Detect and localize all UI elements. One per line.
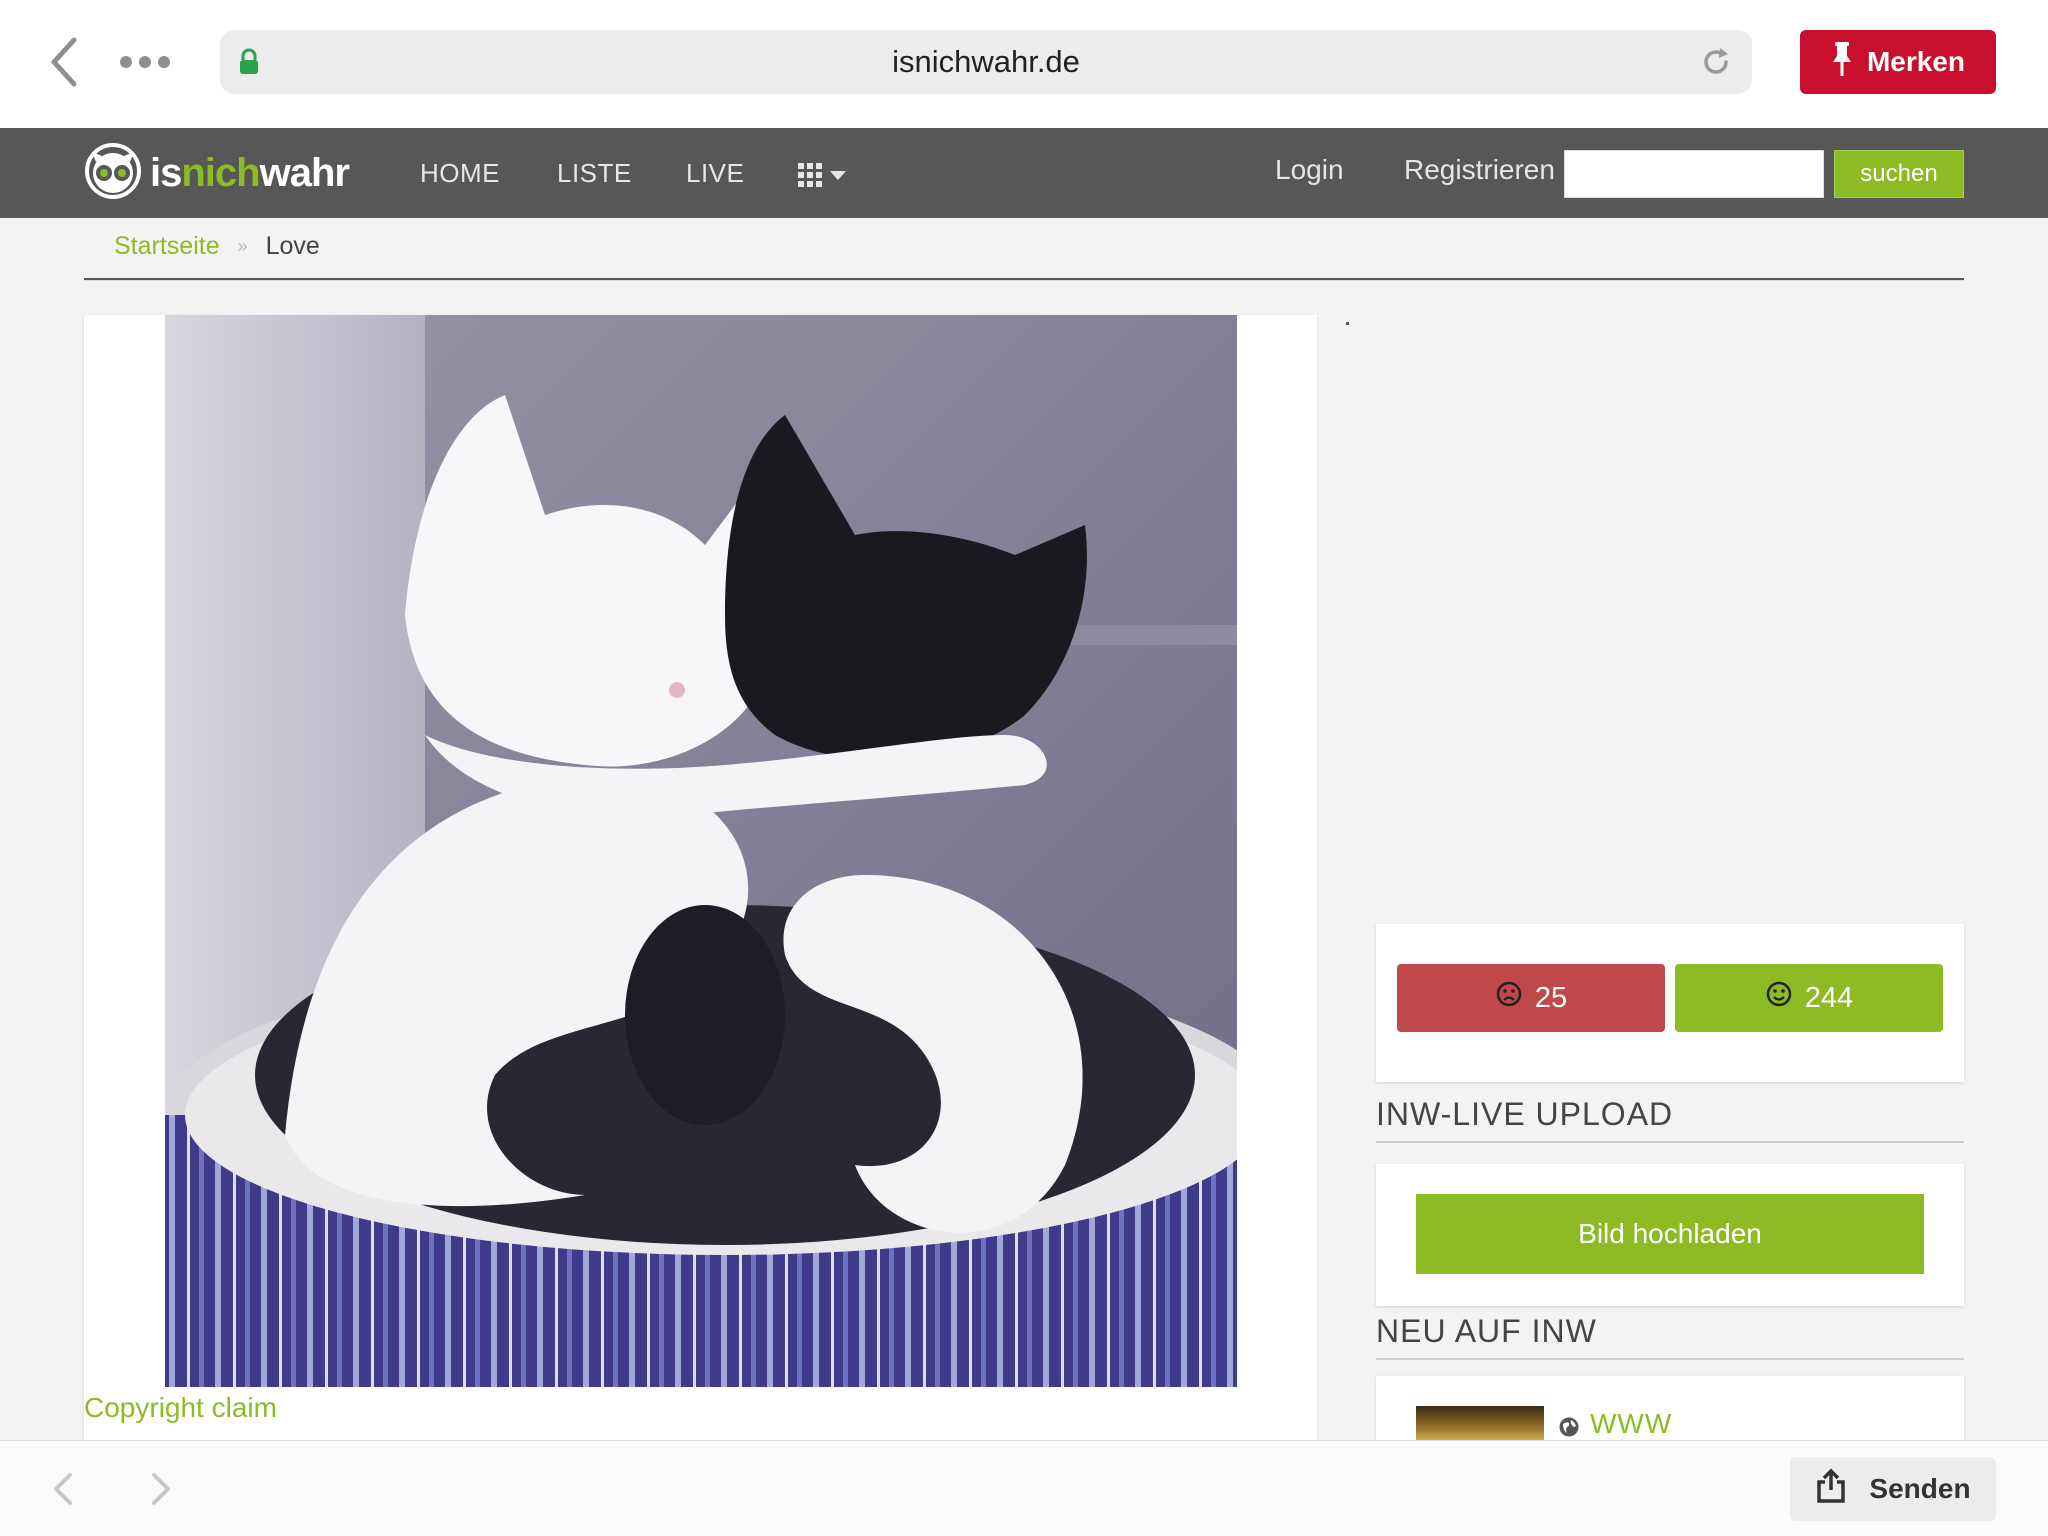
apps-menu-dropdown[interactable] bbox=[798, 162, 858, 188]
nav-home[interactable]: HOME bbox=[420, 158, 500, 189]
nav-liste[interactable]: LISTE bbox=[557, 158, 632, 189]
history-forward-icon[interactable] bbox=[146, 1469, 176, 1509]
frown-face-icon bbox=[1495, 980, 1523, 1016]
caret-down-icon bbox=[830, 170, 846, 180]
pin-save-button[interactable]: Merken bbox=[1800, 30, 1996, 94]
share-button[interactable]: Senden bbox=[1790, 1457, 1996, 1521]
share-icon bbox=[1815, 1468, 1847, 1511]
browser-toolbar: isnichwahr.de Merken bbox=[0, 0, 2048, 128]
register-link[interactable]: Registrieren bbox=[1404, 154, 1555, 186]
upload-image-button[interactable]: Bild hochladen bbox=[1416, 1194, 1924, 1274]
new-item-link[interactable]: WWW bbox=[1590, 1408, 1672, 1440]
logo-is: is bbox=[150, 150, 182, 195]
post-card: Copyright claim bbox=[84, 315, 1317, 1440]
downvote-button[interactable]: 25 bbox=[1397, 964, 1665, 1032]
globe-icon bbox=[1558, 1416, 1580, 1438]
nav-live[interactable]: LIVE bbox=[686, 158, 744, 189]
browser-bottom-toolbar: Senden bbox=[0, 1440, 2048, 1536]
login-link[interactable]: Login bbox=[1275, 154, 1344, 186]
new-items-card: WWW bbox=[1376, 1376, 1964, 1440]
search-input[interactable] bbox=[1564, 150, 1824, 198]
post-image[interactable] bbox=[165, 315, 1237, 1387]
breadcrumb-current: Love bbox=[265, 232, 320, 260]
share-label: Senden bbox=[1869, 1473, 1971, 1504]
grid-icon bbox=[798, 163, 822, 187]
more-dots-icon[interactable] bbox=[120, 50, 176, 74]
search-button[interactable]: suchen bbox=[1834, 150, 1964, 198]
upload-card: Bild hochladen bbox=[1376, 1164, 1964, 1306]
back-chevron-icon[interactable] bbox=[44, 34, 88, 90]
breadcrumb-home-link[interactable]: Startseite bbox=[114, 232, 220, 261]
ad-placeholder-dot bbox=[1346, 322, 1349, 325]
pushpin-icon bbox=[1831, 40, 1853, 85]
logo-wahr: wahr bbox=[259, 150, 350, 195]
downvote-count: 25 bbox=[1534, 981, 1568, 1014]
copyright-claim-link[interactable]: Copyright claim bbox=[84, 1392, 277, 1424]
owl-logo-icon bbox=[84, 142, 142, 205]
address-bar[interactable]: isnichwahr.de bbox=[220, 30, 1752, 94]
reload-icon[interactable] bbox=[1698, 44, 1734, 80]
history-back-icon[interactable] bbox=[48, 1469, 78, 1509]
breadcrumb: Startseite » Love bbox=[114, 232, 320, 261]
logo-wordmark: isnichwahr bbox=[150, 150, 350, 196]
merken-label: Merken bbox=[1866, 46, 1966, 77]
logo-nich: nich bbox=[181, 150, 260, 195]
new-item-thumbnail[interactable] bbox=[1416, 1406, 1544, 1440]
breadcrumb-divider bbox=[84, 278, 1964, 281]
smile-face-icon bbox=[1765, 980, 1793, 1016]
vote-card: 25 244 bbox=[1376, 924, 1964, 1082]
site-navbar: isnichwahr HOME LISTE LIVE Login Registr… bbox=[0, 128, 2048, 218]
site-logo[interactable]: isnichwahr bbox=[84, 138, 350, 208]
upvote-button[interactable]: 244 bbox=[1675, 964, 1943, 1032]
live-upload-heading: INW-LIVE UPLOAD bbox=[1376, 1096, 1964, 1143]
url-text: isnichwahr.de bbox=[892, 44, 1080, 79]
new-on-inw-heading: NEU AUF INW bbox=[1376, 1313, 1964, 1360]
breadcrumb-separator: » bbox=[237, 236, 248, 256]
upvote-count: 244 bbox=[1804, 981, 1854, 1014]
